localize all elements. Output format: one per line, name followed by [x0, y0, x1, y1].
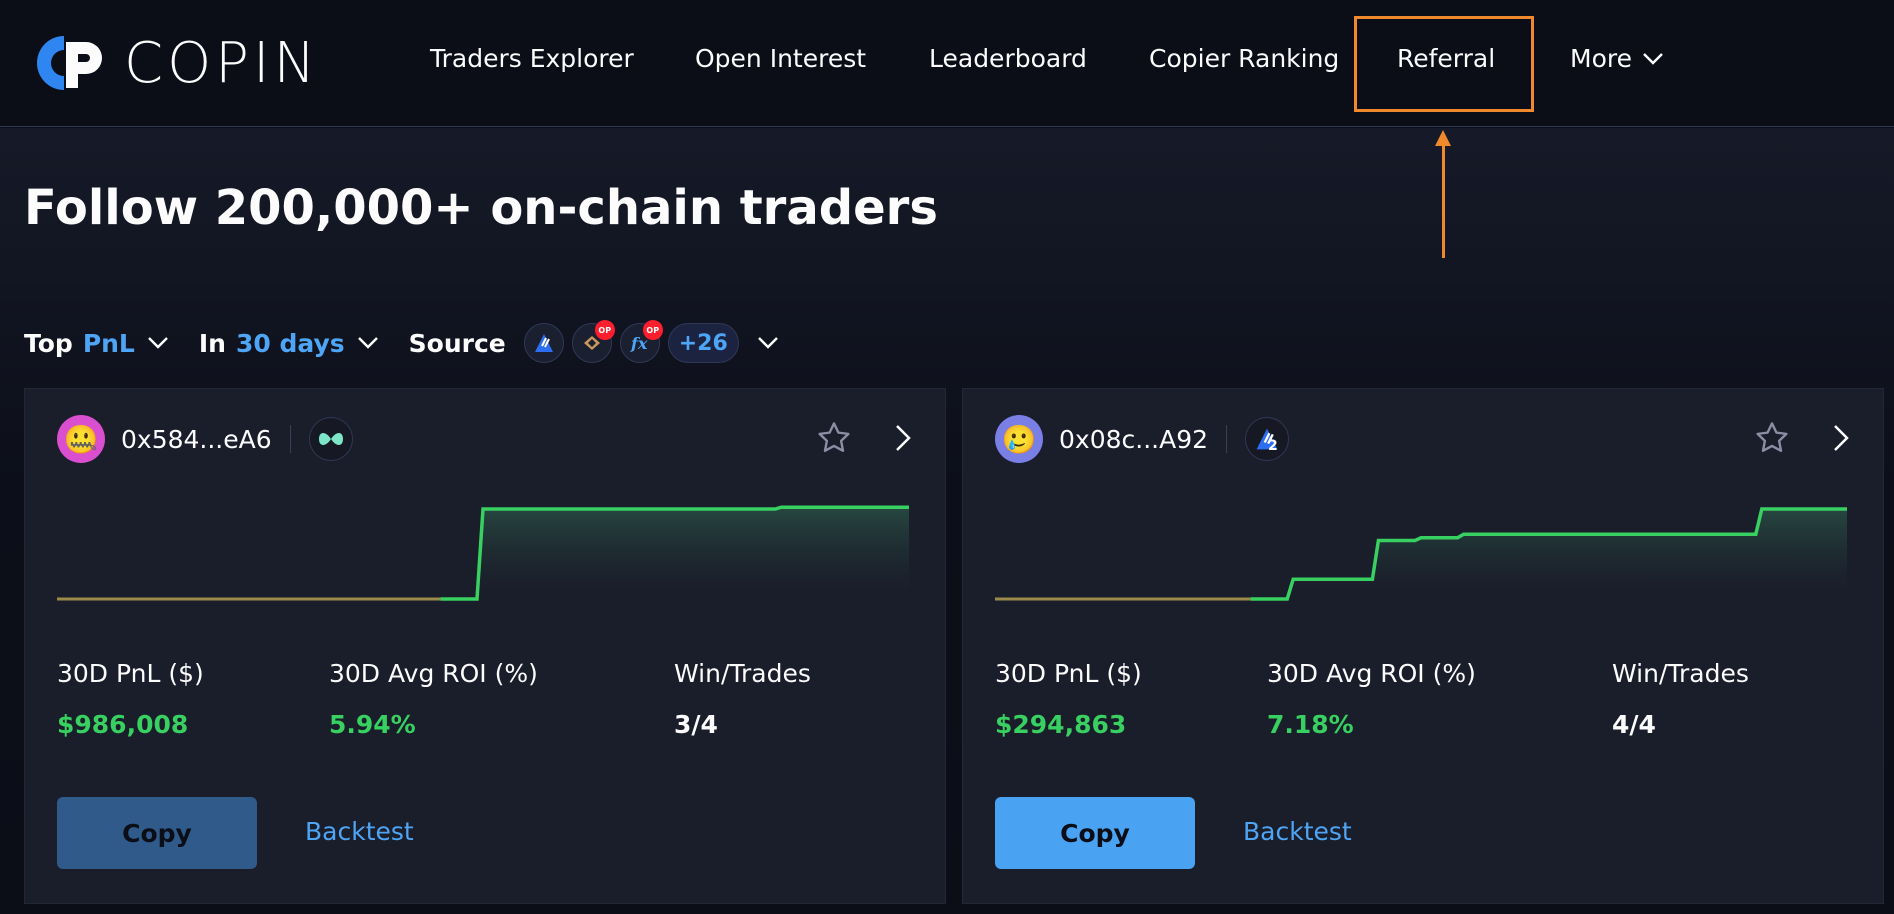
stat-value: 4/4 [1612, 710, 1656, 739]
kwenta-op-icon: OP [571, 320, 615, 363]
fx-op-icon: fx OP [619, 320, 663, 363]
stat-value: $294,863 [995, 710, 1127, 739]
period-filter-value: 30 days [235, 328, 345, 358]
nav-referral[interactable]: Referral [1397, 44, 1495, 73]
trader-address[interactable]: 0x08c...A92 [1059, 425, 1208, 454]
source-filter-dropdown[interactable]: Source OP fx OP +26 [408, 320, 779, 363]
source-more-count: +26 [667, 323, 739, 363]
stat-win-trades: Win/Trades 3/4 [674, 659, 811, 739]
hyperliquid-icon [308, 417, 353, 461]
stat-value: $986,008 [57, 710, 189, 739]
chevron-down-icon [357, 337, 378, 349]
pnl-area [440, 507, 909, 599]
stat-label: 30D Avg ROI (%) [1267, 659, 1476, 688]
sort-filter-dropdown[interactable]: Top PnL [24, 329, 169, 358]
stat-label: Win/Trades [1612, 659, 1749, 688]
stat-label: 30D PnL ($) [995, 659, 1142, 688]
chevron-down-icon [1643, 52, 1663, 65]
trader-card-header: 🥲 0x08c...A92 2 [995, 413, 1851, 465]
brand-name: COPIN [124, 30, 320, 96]
chevron-down-icon [148, 337, 168, 349]
stat-pnl: 30D PnL ($) $294,863 [995, 659, 1142, 739]
trader-card[interactable]: 🥲 0x08c...A92 2 30D PnL ($) $294,863 30D… [962, 388, 1884, 904]
op-badge: OP [594, 320, 615, 340]
period-filter-dropdown[interactable]: In 30 days [199, 329, 379, 358]
sort-filter-label: Top [24, 328, 73, 358]
stat-value: 7.18% [1267, 710, 1354, 739]
sort-filter-value: PnL [82, 328, 135, 358]
chevron-right-icon[interactable] [1831, 423, 1851, 453]
arbitrum-icon: 2 [1245, 417, 1290, 461]
copy-button[interactable]: Copy [995, 797, 1195, 869]
divider [1226, 425, 1228, 453]
nav-copier-ranking[interactable]: Copier Ranking [1149, 44, 1339, 73]
card-actions [1753, 419, 1851, 457]
page-headline: Follow 200,000+ on-chain traders [24, 180, 938, 236]
stat-value: 5.94% [329, 710, 416, 739]
avatar-emoji: 🤐 [63, 422, 99, 456]
copin-logo[interactable]: COPIN [30, 30, 370, 96]
pnl-chart [57, 505, 909, 601]
arbitrum-icon [523, 323, 564, 363]
trader-address[interactable]: 0x584...eA6 [121, 425, 272, 454]
filter-bar: Top PnL In 30 days Source OP fx OP +26 [24, 320, 779, 364]
card-actions [815, 419, 913, 457]
star-icon[interactable] [1753, 419, 1791, 457]
avatar: 🤐 [57, 415, 105, 463]
source-icons: OP fx OP +26 [523, 320, 739, 363]
copin-logo-mark-icon [37, 36, 102, 90]
protocol-version-badge: 2 [1268, 438, 1278, 454]
stat-label: 30D PnL ($) [57, 659, 204, 688]
trader-card-header: 🤐 0x584...eA6 [57, 413, 913, 465]
op-badge: OP [642, 320, 663, 340]
divider [289, 425, 291, 453]
pnl-chart [995, 507, 1847, 601]
backtest-link[interactable]: Backtest [305, 817, 414, 846]
stat-label: 30D Avg ROI (%) [329, 659, 538, 688]
stat-label: Win/Trades [674, 659, 811, 688]
star-icon[interactable] [815, 419, 853, 457]
chevron-down-icon [757, 337, 778, 349]
nav-leaderboard[interactable]: Leaderboard [929, 44, 1087, 73]
nav-open-interest[interactable]: Open Interest [695, 44, 866, 73]
nav-more-menu[interactable]: More [1570, 44, 1664, 73]
stat-pnl: 30D PnL ($) $986,008 [57, 659, 204, 739]
chevron-right-icon[interactable] [893, 423, 913, 453]
avatar: 🥲 [995, 415, 1043, 463]
period-filter-label: In [198, 328, 226, 358]
stat-roi: 30D Avg ROI (%) 5.94% [329, 659, 538, 739]
copy-button[interactable]: Copy [57, 797, 257, 869]
stat-value: 3/4 [674, 710, 718, 739]
top-navigation: COPIN Traders Explorer Open Interest Lea… [0, 0, 1894, 127]
annotation-arrow-line [1442, 140, 1445, 258]
stat-win-trades: Win/Trades 4/4 [1612, 659, 1749, 739]
nav-traders-explorer[interactable]: Traders Explorer [430, 44, 634, 73]
backtest-link[interactable]: Backtest [1243, 817, 1352, 846]
avatar-emoji: 🥲 [1001, 422, 1037, 456]
source-filter-label: Source [408, 328, 506, 358]
trader-card[interactable]: 🤐 0x584...eA6 30D PnL ($) $986,008 30D A… [24, 388, 946, 904]
nav-more-label: More [1570, 44, 1632, 73]
stat-roi: 30D Avg ROI (%) 7.18% [1267, 659, 1476, 739]
